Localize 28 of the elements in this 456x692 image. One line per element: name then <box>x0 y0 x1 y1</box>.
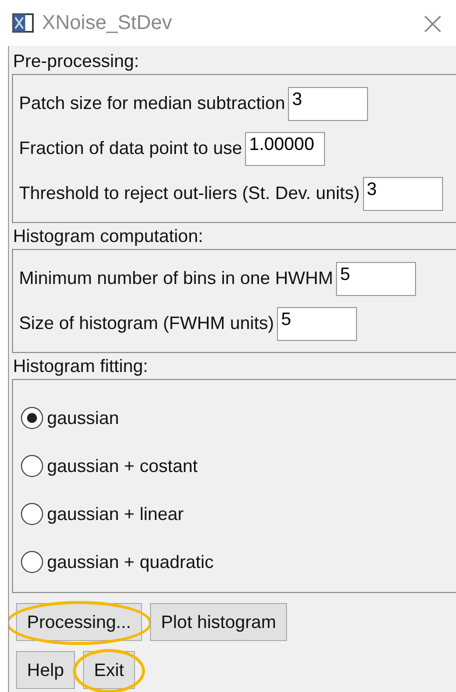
option-label[interactable]: gaussian + quadratic <box>47 552 214 572</box>
button[interactable]: Plot histogram <box>150 603 288 641</box>
field-label: Minimum number of bins in one HWHM <box>19 268 334 289</box>
window-title: XNoise_StDev <box>42 12 174 34</box>
input-field[interactable]: 5 <box>277 306 358 340</box>
radio-button[interactable] <box>21 407 43 429</box>
app-icon <box>12 13 34 33</box>
button[interactable]: Exit <box>83 651 136 689</box>
input-field[interactable]: 3 <box>362 176 443 210</box>
section-title: Histogram fitting: <box>12 355 150 378</box>
option-label[interactable]: gaussian + costant <box>47 456 198 476</box>
field-label: Fraction of data point to use <box>19 138 242 159</box>
button[interactable]: Help <box>16 651 76 689</box>
field-label: Size of histogram (FWHM units) <box>19 313 274 334</box>
section-title: Pre-processing: <box>12 50 140 73</box>
input-field[interactable]: 1.00000 <box>245 132 326 166</box>
radio-button[interactable] <box>21 455 43 477</box>
radio-button[interactable] <box>21 551 43 573</box>
button[interactable]: Processing... <box>16 603 142 641</box>
input-field[interactable]: 5 <box>336 262 416 296</box>
option-label[interactable]: gaussian <box>47 408 120 428</box>
section-title: Histogram computation: <box>12 225 204 248</box>
field-label: Patch size for median subtraction <box>19 93 286 114</box>
input-field[interactable]: 3 <box>288 86 368 120</box>
radio-button[interactable] <box>21 503 43 525</box>
close-button[interactable]: × <box>409 4 456 42</box>
field-label: Threshold to reject out-liers (St. Dev. units) <box>19 183 360 204</box>
option-label[interactable]: gaussian + linear <box>47 504 184 524</box>
